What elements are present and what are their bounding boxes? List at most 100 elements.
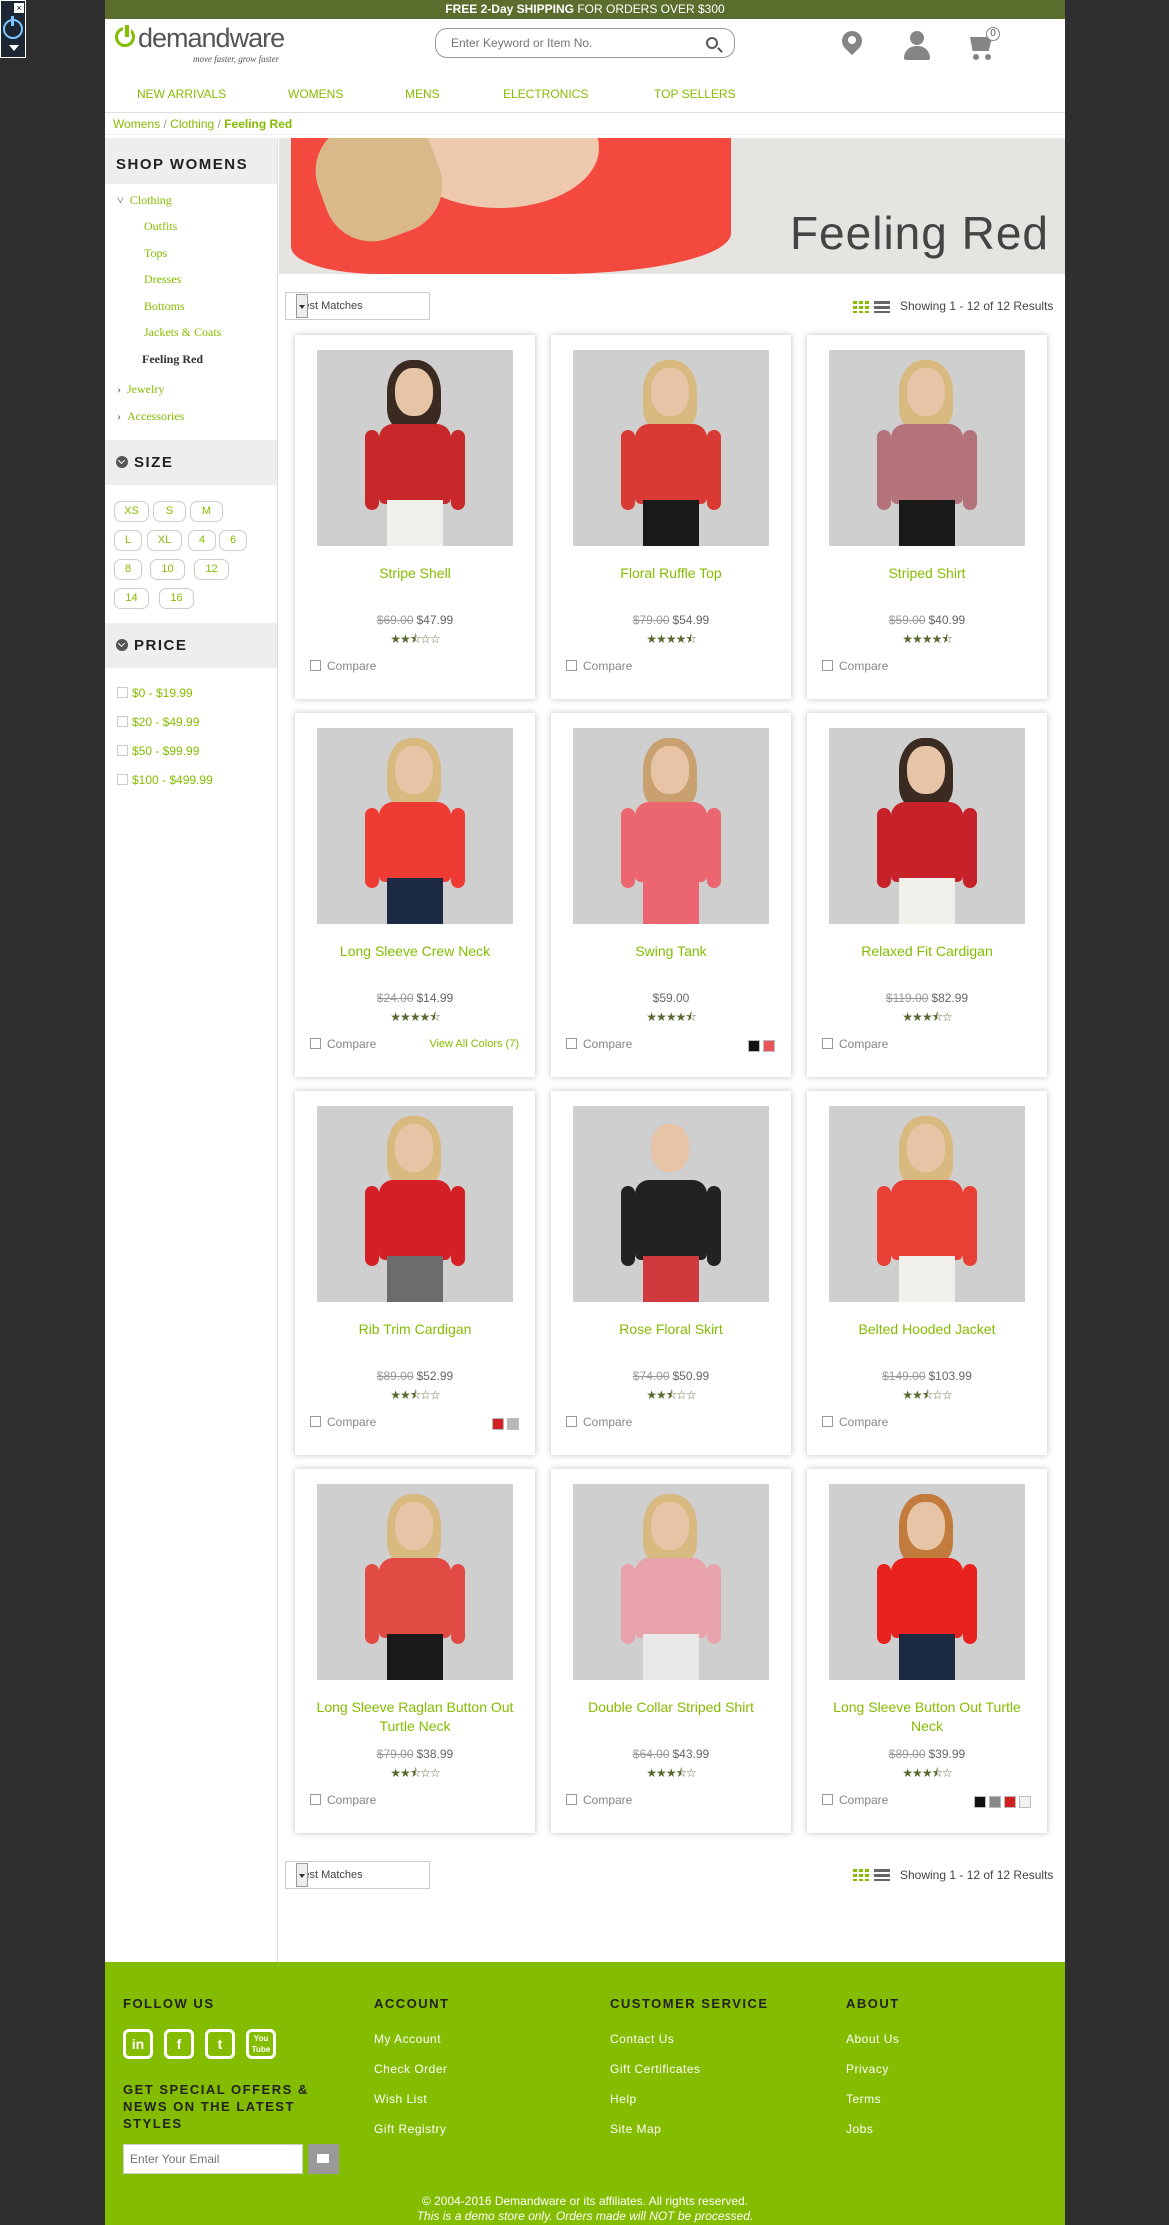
- size-heading[interactable]: SIZE: [105, 440, 277, 485]
- product-name[interactable]: Belted Hooded Jacket: [817, 1320, 1037, 1339]
- footer-link-check-order[interactable]: Check Order: [374, 2062, 448, 2076]
- footer-link-site-map[interactable]: Site Map: [610, 2122, 661, 2136]
- email-field[interactable]: [123, 2144, 303, 2174]
- power-icon[interactable]: [3, 16, 23, 39]
- search-icon[interactable]: [706, 37, 718, 49]
- product-image[interactable]: [829, 728, 1025, 924]
- nav-electronics[interactable]: ELECTRONICS: [503, 87, 588, 101]
- product-name[interactable]: Floral Ruffle Top: [561, 564, 781, 583]
- product-image[interactable]: [317, 350, 513, 546]
- chevron-down-icon[interactable]: [9, 45, 19, 51]
- product-name[interactable]: Relaxed Fit Cardigan: [817, 942, 1037, 961]
- product-image[interactable]: [829, 1484, 1025, 1680]
- footer-link-my-account[interactable]: My Account: [374, 2032, 441, 2046]
- footer-link-contact-us[interactable]: Contact Us: [610, 2032, 674, 2046]
- price-20-49[interactable]: $20 - $49.99: [117, 715, 199, 729]
- sort-select[interactable]: Best Matches: [285, 292, 430, 320]
- product-name[interactable]: Long Sleeve Button Out Turtle Neck: [817, 1698, 1037, 1736]
- color-swatch[interactable]: [1019, 1796, 1031, 1808]
- footer-link-about-us[interactable]: About Us: [846, 2032, 899, 2046]
- grid-view-icon[interactable]: [853, 301, 869, 313]
- color-swatch[interactable]: [1004, 1796, 1016, 1808]
- size-14[interactable]: 14: [114, 588, 149, 609]
- sort-select[interactable]: Best Matches: [285, 1861, 430, 1889]
- checkbox[interactable]: [117, 745, 128, 756]
- category-feeling-red[interactable]: Feeling Red: [142, 352, 203, 367]
- dev-toolbar[interactable]: ×: [0, 0, 26, 58]
- compare-checkbox[interactable]: Compare: [310, 659, 376, 673]
- product-tile[interactable]: Swing Tank $59.00 ★★★★⯪ Compare: [551, 713, 791, 1077]
- nav-top-sellers[interactable]: TOP SELLERS: [654, 87, 736, 101]
- product-image[interactable]: [317, 728, 513, 924]
- product-name[interactable]: Long Sleeve Crew Neck: [305, 942, 525, 961]
- grid-view-icon[interactable]: [853, 1869, 869, 1881]
- compare-checkbox[interactable]: Compare: [566, 1415, 632, 1429]
- product-image[interactable]: [317, 1106, 513, 1302]
- category-outfits[interactable]: Outfits: [144, 219, 177, 234]
- product-image[interactable]: [829, 1106, 1025, 1302]
- product-name[interactable]: Long Sleeve Raglan Button Out Turtle Nec…: [305, 1698, 525, 1736]
- footer-link-wish-list[interactable]: Wish List: [374, 2092, 427, 2106]
- category-dresses[interactable]: Dresses: [144, 272, 181, 287]
- nav-new-arrivals[interactable]: NEW ARRIVALS: [137, 87, 226, 101]
- youtube-icon[interactable]: You Tube: [246, 2029, 276, 2059]
- product-tile[interactable]: Rib Trim Cardigan $89.00 $52.99 ★★⯪☆☆ Compar…: [295, 1091, 535, 1455]
- list-view-icon[interactable]: [874, 1869, 890, 1881]
- search-input[interactable]: [451, 35, 691, 51]
- compare-checkbox[interactable]: Compare: [822, 1415, 888, 1429]
- product-image[interactable]: [573, 728, 769, 924]
- product-tile[interactable]: Stripe Shell $69.00 $47.99 ★★⯪☆☆ Compare: [295, 335, 535, 699]
- size-xl[interactable]: XL: [147, 530, 182, 551]
- checkbox[interactable]: [117, 687, 128, 698]
- product-tile[interactable]: Long Sleeve Button Out Turtle Neck $89.00…: [807, 1469, 1047, 1833]
- product-name[interactable]: Rose Floral Skirt: [561, 1320, 781, 1339]
- product-image[interactable]: [573, 1484, 769, 1680]
- compare-checkbox[interactable]: Compare: [566, 659, 632, 673]
- product-image[interactable]: [573, 1106, 769, 1302]
- size-10[interactable]: 10: [150, 559, 185, 580]
- store-locator-icon[interactable]: [837, 26, 867, 61]
- checkbox[interactable]: [822, 660, 833, 671]
- checkbox[interactable]: [310, 1038, 321, 1049]
- product-image[interactable]: [573, 350, 769, 546]
- size-m[interactable]: M: [190, 501, 223, 522]
- breadcrumb-womens[interactable]: Womens: [113, 117, 160, 131]
- breadcrumb-clothing[interactable]: Clothing: [170, 117, 214, 131]
- product-tile[interactable]: Long Sleeve Raglan Button Out Turtle Nec…: [295, 1469, 535, 1833]
- price-50-99[interactable]: $50 - $99.99: [117, 744, 199, 758]
- compare-checkbox[interactable]: Compare: [822, 659, 888, 673]
- compare-checkbox[interactable]: Compare: [310, 1037, 376, 1051]
- checkbox[interactable]: [822, 1416, 833, 1427]
- checkbox[interactable]: [310, 1794, 321, 1805]
- checkbox[interactable]: [566, 1038, 577, 1049]
- compare-checkbox[interactable]: Compare: [566, 1793, 632, 1807]
- checkbox[interactable]: [566, 660, 577, 671]
- checkbox[interactable]: [117, 774, 128, 785]
- user-icon[interactable]: [902, 31, 932, 61]
- size-4[interactable]: 4: [188, 530, 216, 551]
- product-name[interactable]: Double Collar Striped Shirt: [561, 1698, 781, 1717]
- send-email-button[interactable]: [308, 2144, 339, 2174]
- size-12[interactable]: 12: [194, 559, 229, 580]
- product-image[interactable]: [829, 350, 1025, 546]
- footer-link-jobs[interactable]: Jobs: [846, 2122, 873, 2136]
- category-tops[interactable]: Tops: [144, 246, 167, 261]
- nav-mens[interactable]: MENS: [405, 87, 440, 101]
- color-swatch[interactable]: [492, 1418, 504, 1430]
- size-l[interactable]: L: [114, 530, 142, 551]
- category-bottoms[interactable]: Bottoms: [144, 299, 185, 314]
- checkbox[interactable]: [566, 1794, 577, 1805]
- compare-checkbox[interactable]: Compare: [822, 1037, 888, 1051]
- price-100-499[interactable]: $100 - $499.99: [117, 773, 213, 787]
- size-6[interactable]: 6: [219, 530, 247, 551]
- checkbox[interactable]: [822, 1794, 833, 1805]
- compare-checkbox[interactable]: Compare: [566, 1037, 632, 1051]
- size-8[interactable]: 8: [114, 559, 142, 580]
- product-name[interactable]: Stripe Shell: [305, 564, 525, 583]
- product-image[interactable]: [317, 1484, 513, 1680]
- product-tile[interactable]: Double Collar Striped Shirt $64.00 $43.99 ★…: [551, 1469, 791, 1833]
- category-jewelry[interactable]: › Jewelry: [117, 382, 164, 397]
- product-tile[interactable]: Long Sleeve Crew Neck $24.00 $14.99 ★★★★⯪ Co…: [295, 713, 535, 1077]
- category-accessories[interactable]: › Accessories: [117, 409, 184, 424]
- compare-checkbox[interactable]: Compare: [310, 1415, 376, 1429]
